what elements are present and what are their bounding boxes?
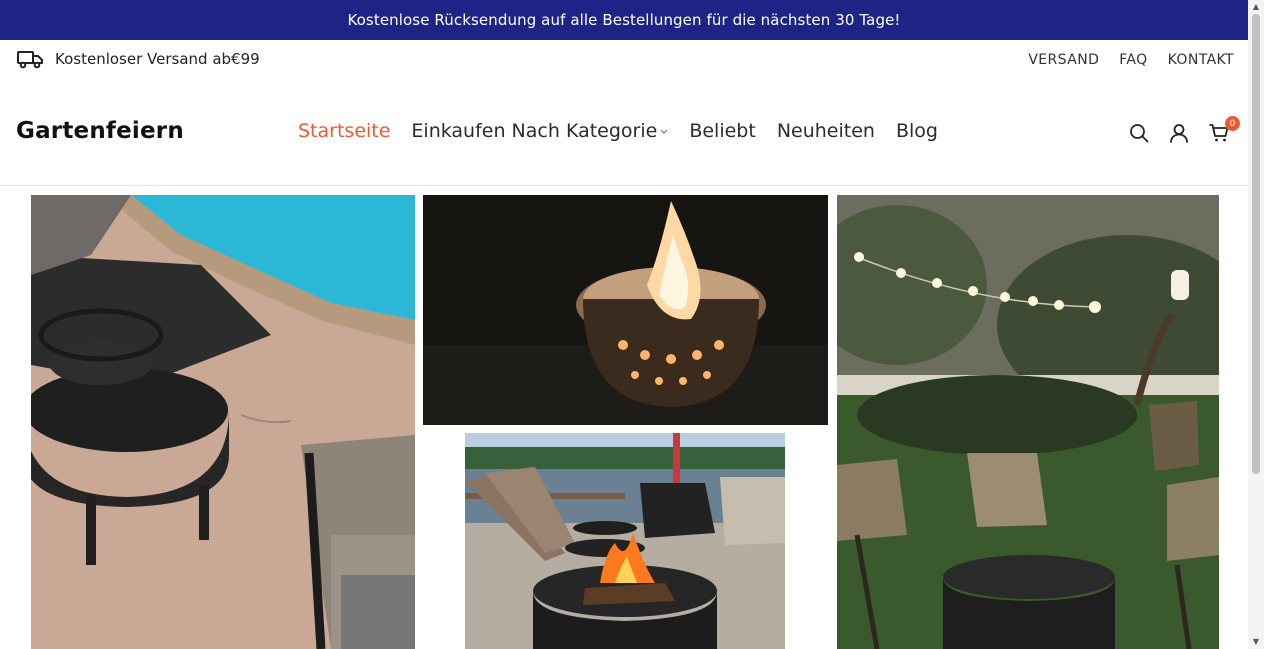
nav-item-label: Neuheiten <box>776 120 875 142</box>
nav-item-neuheiten[interactable]: Neuheiten <box>777 120 875 142</box>
top-links: VERSAND FAQ KONTAKT <box>1028 52 1234 68</box>
announcement-bar: Kostenlose Rücksendung auf alle Bestellu… <box>0 0 1248 40</box>
search-icon[interactable] <box>1128 122 1150 144</box>
backyard-string-lights-fire-pit-photo[interactable] <box>837 195 1219 649</box>
nav-item-label: Blog <box>895 120 938 142</box>
scrollbar-thumb[interactable] <box>1252 14 1260 474</box>
nav-item-label: Beliebt <box>689 120 756 142</box>
top-link-versand[interactable]: VERSAND <box>1028 52 1099 68</box>
cart-icon[interactable]: 0 <box>1208 116 1240 144</box>
nav-item-einkaufen-nach-kategorie[interactable]: Einkaufen Nach Kategorie <box>411 120 668 142</box>
shipping-text: Kostenloser Versand ab€99 <box>55 50 260 68</box>
chevron-down-icon <box>660 128 668 138</box>
cart-count-badge: 0 <box>1225 116 1240 131</box>
truck-icon <box>16 48 44 70</box>
scroll-up-icon[interactable]: ▲ <box>1251 2 1261 12</box>
nav-item-label: Einkaufen Nach Kategorie <box>411 120 658 142</box>
main-nav: Startseite Einkaufen Nach Kategorie Beli… <box>298 120 959 142</box>
user-icon[interactable] <box>1168 122 1190 144</box>
nav-item-label: Startseite <box>298 120 391 142</box>
announcement-text: Kostenlose Rücksendung auf alle Bestellu… <box>347 11 901 29</box>
poolside-fire-pit-photo[interactable] <box>31 195 415 649</box>
nav-item-blog[interactable]: Blog <box>896 120 938 142</box>
scroll-down-icon[interactable]: ▼ <box>1251 637 1261 647</box>
shipping-info: Kostenloser Versand ab€99 <box>16 48 260 70</box>
nav-item-startseite[interactable]: Startseite <box>298 120 390 142</box>
nav-item-beliebt[interactable]: Beliebt <box>689 120 755 142</box>
header-icons: 0 <box>1128 116 1240 144</box>
lakeside-deck-fire-pit-photo[interactable] <box>465 433 785 649</box>
page-scrollbar[interactable]: ▲ ▼ <box>1248 0 1264 649</box>
top-link-faq[interactable]: FAQ <box>1119 52 1147 68</box>
top-link-kontakt[interactable]: KONTAKT <box>1168 52 1234 68</box>
site-logo[interactable]: Gartenfeiern <box>16 118 184 144</box>
night-fire-pit-flame-photo[interactable] <box>423 195 828 425</box>
photo-gallery <box>0 187 1248 649</box>
top-bar: Kostenloser Versand ab€99 VERSAND FAQ KO… <box>0 40 1248 84</box>
site-header: Gartenfeiern Startseite Einkaufen Nach K… <box>0 84 1248 186</box>
